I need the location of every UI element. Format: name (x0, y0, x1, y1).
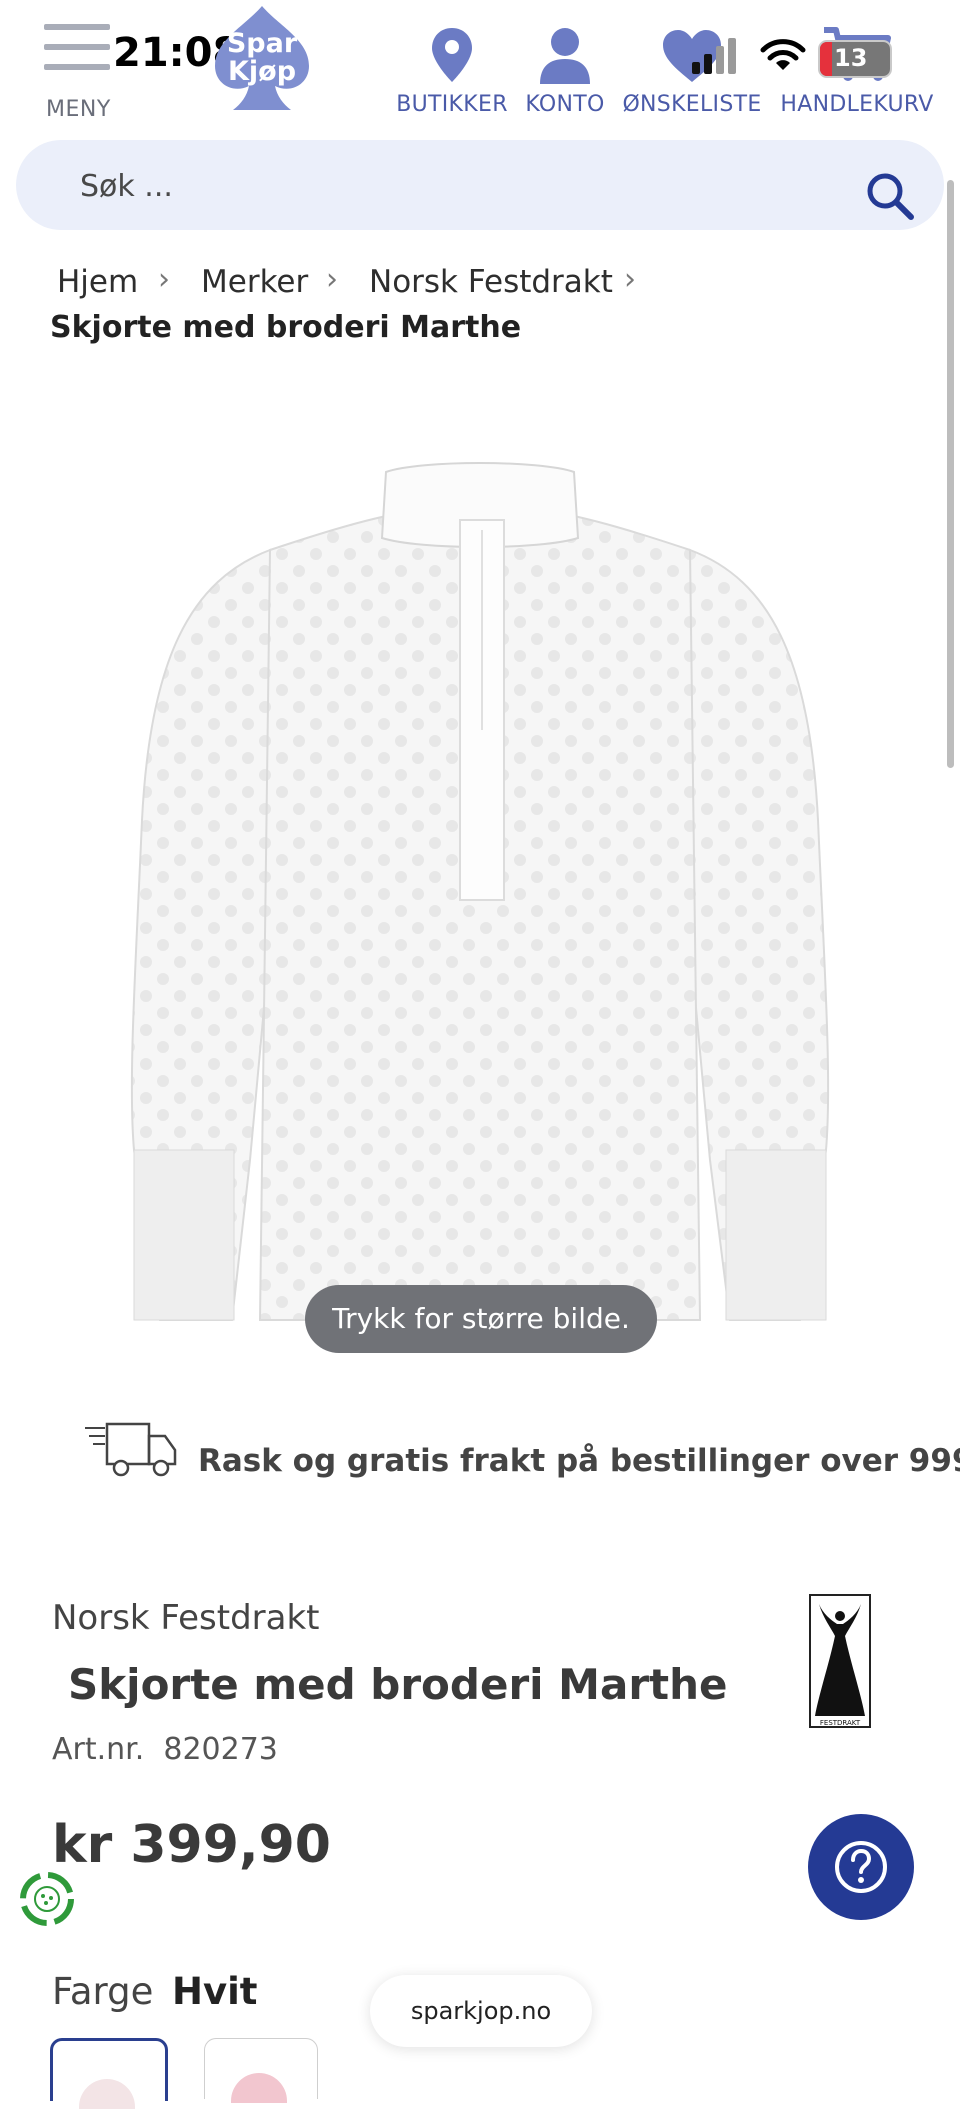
question-icon (835, 1841, 887, 1893)
product-artnr: Art.nr. 820273 (52, 1732, 278, 1767)
chevron-right-icon: › (624, 262, 636, 297)
battery-badge: 13 (818, 40, 892, 78)
user-icon (520, 22, 610, 84)
product-brand[interactable]: Norsk Festdrakt (52, 1598, 320, 1638)
chevron-right-icon: › (326, 262, 338, 297)
enlarge-image-toast[interactable]: Trykk for større bilde. (305, 1285, 657, 1353)
cart-count: 13 (834, 44, 868, 72)
color-label: Farge (52, 1970, 154, 2013)
breadcrumb-link-hjem[interactable]: Hjem (57, 264, 138, 300)
nav-konto[interactable]: KONTO (520, 22, 610, 117)
breadcrumb-current: Skjorte med broderi Marthe (50, 310, 522, 345)
brand-logo[interactable]: FESTDRAKT (809, 1594, 871, 1728)
menu-button[interactable]: MENY (40, 22, 120, 122)
svg-text:Spar: Spar (227, 28, 298, 59)
location-pin-icon (396, 22, 508, 84)
artnr-label: Art.nr. (52, 1732, 145, 1767)
color-swatch-alt[interactable] (204, 2038, 318, 2103)
nav-label: BUTIKKER (396, 92, 508, 117)
recycle-icon[interactable] (16, 1868, 78, 1930)
search-input[interactable] (78, 158, 822, 214)
menu-label: MENY (46, 97, 111, 122)
shipping-info: Rask og gratis frakt på bestillinger ove… (198, 1443, 960, 1479)
svg-text:FESTDRAKT: FESTDRAKT (820, 1719, 861, 1727)
product-image[interactable] (120, 460, 840, 1330)
search-button[interactable] (866, 172, 914, 220)
help-button[interactable] (808, 1814, 914, 1920)
nav-label: ØNSKELISTE (622, 92, 762, 117)
product-price: kr 399,90 (52, 1815, 331, 1875)
breadcrumb-link-norsk-festdrakt[interactable]: Norsk Festdrakt (369, 264, 613, 300)
svg-text:Kjøp: Kjøp (228, 56, 296, 87)
browser-url-pill[interactable]: sparkjop.no (370, 1975, 592, 2047)
delivery-truck-icon (85, 1422, 177, 1480)
sparkjop-logo[interactable]: Spar Kjøp (205, 0, 320, 115)
color-swatch-hvit[interactable] (50, 2038, 168, 2109)
cellular-signal-icon (692, 38, 736, 74)
status-bar-icons: 13 (688, 32, 892, 82)
product-title: Skjorte med broderi Marthe (68, 1660, 728, 1709)
chevron-right-icon: › (158, 262, 170, 297)
nav-butikker[interactable]: BUTIKKER (396, 22, 508, 117)
artnr-value: 820273 (163, 1732, 278, 1767)
search-bar (16, 140, 944, 230)
wifi-icon (760, 39, 806, 70)
nav-label: KONTO (525, 92, 605, 117)
color-value: Hvit (172, 1970, 258, 2013)
nav-label: HANDLEKURV (780, 92, 934, 117)
breadcrumb-link-merker[interactable]: Merker (201, 264, 308, 300)
search-icon (867, 173, 914, 220)
page-scrollbar[interactable] (947, 180, 954, 768)
